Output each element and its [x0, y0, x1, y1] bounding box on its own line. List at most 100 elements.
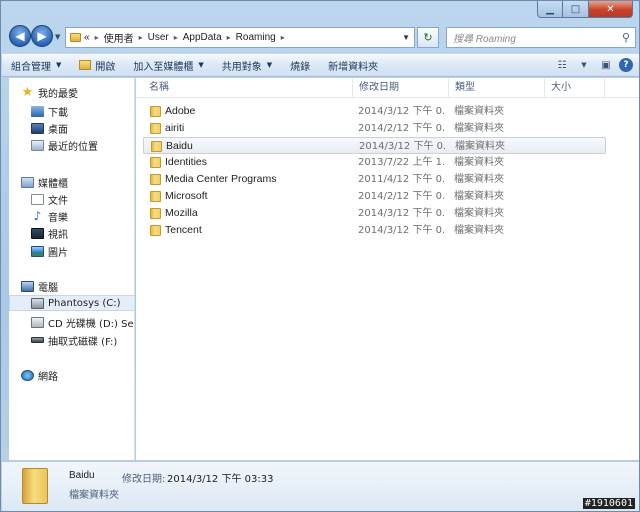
file-name: Baidu — [166, 140, 193, 152]
view-options-button[interactable]: ☷ — [551, 55, 573, 75]
sidebar-label: 下載 — [48, 107, 68, 119]
computer-icon — [21, 280, 34, 292]
document-icon — [31, 193, 44, 205]
search-icon[interactable]: ⚲ — [622, 31, 630, 44]
details-type: 檔案資料夾 — [69, 490, 119, 501]
burn-button[interactable]: 燒錄 — [281, 54, 319, 76]
open-button[interactable]: 開啟 — [70, 54, 124, 76]
folder-icon — [150, 157, 161, 168]
help-icon[interactable]: ? — [619, 58, 633, 72]
file-name: Tencent — [165, 224, 202, 236]
refresh-button[interactable]: ↻ — [417, 27, 439, 48]
watermark: #1910601 — [582, 498, 635, 509]
file-date: 2014/3/12 下午 0... — [358, 225, 444, 236]
close-button[interactable]: ✕ — [589, 1, 633, 18]
forward-button[interactable]: ▶ — [31, 25, 53, 47]
sidebar-item-downloads[interactable]: 下載 — [31, 103, 134, 119]
folder-icon — [70, 33, 81, 42]
sidebar-label: 圖片 — [48, 247, 68, 259]
folder-icon — [150, 174, 161, 185]
sidebar-item-music[interactable]: ♪ 音樂 — [31, 208, 134, 224]
column-header-size[interactable]: 大小 — [545, 78, 605, 98]
sidebar-item-favorites[interactable]: ★ 我的最愛 — [21, 84, 134, 100]
share-with-button[interactable]: 共用對象 ▼ — [213, 54, 281, 76]
column-header-type[interactable]: 類型 — [449, 78, 545, 98]
sidebar-item-computer[interactable]: 電腦 — [21, 278, 134, 294]
chevron-down-icon: ▼ — [581, 61, 587, 69]
sidebar-item-recent[interactable]: 最近的位置 — [31, 137, 134, 153]
chevron-right-icon[interactable]: ▸ — [139, 33, 143, 42]
new-folder-label: 新增資料夾 — [328, 61, 379, 73]
address-bar[interactable]: « ▸ 使用者 ▸ User ▸ AppData ▸ Roaming ▸ ▼ — [65, 27, 415, 48]
maximize-button[interactable]: □ — [563, 1, 589, 18]
removable-drive-icon — [31, 337, 44, 343]
preview-pane-button[interactable]: ▣ — [595, 55, 617, 75]
file-name: Identities — [165, 156, 208, 168]
desktop-icon — [31, 122, 44, 134]
breadcrumb-overflow[interactable]: « — [84, 32, 90, 43]
breadcrumb-user[interactable]: User — [148, 32, 169, 43]
file-name: Media Center Programs — [165, 173, 277, 185]
sidebar-item-videos[interactable]: 視訊 — [31, 225, 134, 241]
file-date: 2014/3/12 下午 0... — [358, 208, 444, 219]
picture-icon — [31, 245, 44, 257]
minimize-button[interactable]: ▁ — [537, 1, 563, 18]
star-icon: ★ — [21, 84, 34, 100]
file-row-selected[interactable]: Baidu 2014/3/12 下午 0... 檔案資料夾 — [143, 137, 606, 154]
sidebar-label: 媒體櫃 — [38, 178, 68, 190]
breadcrumb-users[interactable]: 使用者 — [104, 30, 134, 45]
folder-icon — [150, 208, 161, 219]
organize-label: 組合管理 — [11, 61, 51, 73]
sidebar-label: Phantosys (C:) — [48, 297, 121, 309]
details-name: Baidu — [69, 470, 95, 481]
file-row[interactable]: Identities 2013/7/22 上午 1... 檔案資料夾 — [136, 154, 606, 171]
column-header-date[interactable]: 修改日期 — [353, 78, 449, 98]
sidebar-item-drive-c[interactable]: Phantosys (C:) — [9, 295, 134, 311]
sidebar-item-documents[interactable]: 文件 — [31, 191, 134, 207]
refresh-icon: ↻ — [423, 31, 433, 44]
sidebar-item-desktop[interactable]: 桌面 — [31, 120, 134, 136]
file-type: 檔案資料夾 — [454, 157, 504, 168]
view-dropdown-button[interactable]: ▼ — [573, 55, 595, 75]
sidebar-item-network[interactable]: 網路 — [21, 367, 134, 383]
arrow-left-icon: ◀ — [15, 29, 25, 43]
sidebar-label: 我的最愛 — [38, 88, 78, 100]
back-button[interactable]: ◀ — [9, 25, 31, 47]
burn-label: 燒錄 — [290, 61, 311, 73]
file-date: 2011/4/12 下午 0... — [358, 174, 444, 185]
address-dropdown-icon[interactable]: ▼ — [402, 33, 410, 42]
sidebar-label: 電腦 — [38, 282, 58, 294]
organize-button[interactable]: 組合管理 ▼ — [2, 54, 70, 76]
new-folder-button[interactable]: 新增資料夾 — [319, 54, 387, 76]
include-in-library-button[interactable]: 加入至媒體櫃 ▼ — [124, 54, 212, 76]
open-folder-icon — [79, 60, 92, 70]
file-row[interactable]: Microsoft 2014/2/12 下午 0... 檔案資料夾 — [136, 188, 606, 205]
chevron-right-icon[interactable]: ▸ — [281, 33, 285, 42]
chevron-right-icon[interactable]: ▸ — [227, 33, 231, 42]
sidebar-item-drive-d[interactable]: CD 光碟機 (D:) Secu — [31, 314, 134, 330]
sidebar-label: 桌面 — [48, 124, 68, 136]
file-type: 檔案資料夾 — [454, 191, 504, 202]
file-date: 2014/3/12 下午 0... — [358, 106, 444, 117]
column-header-name[interactable]: 名稱 — [143, 78, 353, 98]
search-input[interactable]: 搜尋 Roaming ⚲ — [446, 27, 636, 48]
sidebar-item-drive-f[interactable]: 抽取式磁碟 (F:) — [31, 332, 134, 348]
file-row[interactable]: Media Center Programs 2011/4/12 下午 0... … — [136, 171, 606, 188]
breadcrumb-appdata[interactable]: AppData — [183, 32, 222, 43]
recent-pages-dropdown[interactable]: ▼ — [55, 33, 60, 41]
chevron-right-icon[interactable]: ▸ — [174, 33, 178, 42]
sidebar-item-libraries[interactable]: 媒體櫃 — [21, 174, 134, 190]
file-row[interactable]: airiti 2014/2/12 下午 0... 檔案資料夾 — [136, 120, 606, 137]
include-label: 加入至媒體櫃 — [133, 61, 194, 73]
file-row[interactable]: Tencent 2014/3/12 下午 0... 檔案資料夾 — [136, 222, 606, 239]
sidebar-item-pictures[interactable]: 圖片 — [31, 243, 134, 259]
breadcrumb-roaming[interactable]: Roaming — [236, 32, 276, 43]
open-label: 開啟 — [95, 61, 116, 73]
sidebar-label: 網路 — [38, 371, 58, 383]
file-row[interactable]: Adobe 2014/3/12 下午 0... 檔案資料夾 — [136, 103, 606, 120]
video-icon — [31, 227, 44, 239]
arrow-right-icon: ▶ — [37, 29, 47, 43]
file-row[interactable]: Mozilla 2014/3/12 下午 0... 檔案資料夾 — [136, 205, 606, 222]
preview-pane-icon: ▣ — [601, 59, 611, 71]
file-list: 名稱 修改日期 類型 大小 Adobe 2014/3/12 下午 0... 檔案… — [136, 78, 639, 460]
